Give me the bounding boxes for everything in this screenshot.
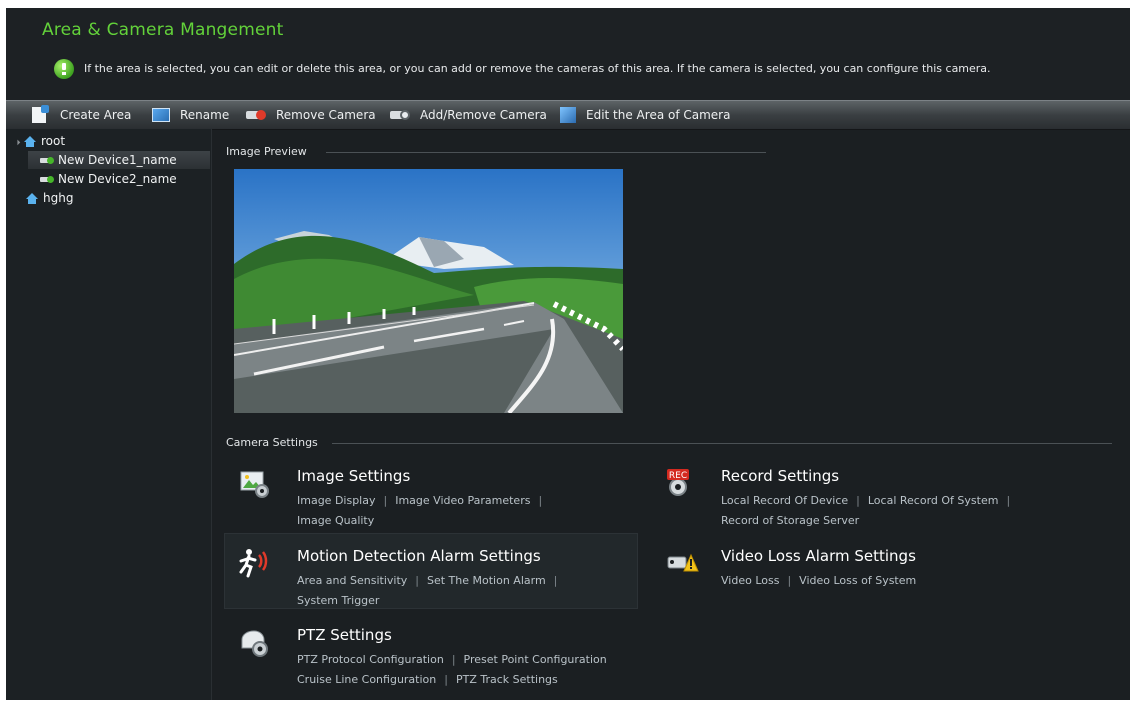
camera-icon bbox=[40, 156, 54, 165]
page-title: Area & Camera Mangement bbox=[42, 20, 284, 40]
remove-camera-label: Remove Camera bbox=[276, 108, 376, 122]
link-video-loss-of-system[interactable]: Video Loss of System bbox=[799, 574, 916, 587]
video-loss-warning-icon bbox=[667, 553, 699, 572]
toolbar: Create Area Rename Remove Camera Add/Rem… bbox=[6, 100, 1130, 130]
new-document-icon bbox=[32, 105, 50, 123]
tree-item-root[interactable]: root bbox=[11, 132, 66, 150]
image-preview bbox=[234, 169, 623, 413]
video-loss-title: Video Loss Alarm Settings bbox=[721, 547, 916, 565]
link-record-of-storage-server[interactable]: Record of Storage Server bbox=[721, 514, 859, 527]
video-loss-links: Video Loss | Video Loss of System bbox=[721, 574, 917, 587]
tree-item-label: hghg bbox=[43, 191, 74, 205]
rename-button[interactable]: Rename bbox=[152, 101, 229, 129]
tree-item-hghg[interactable]: hghg bbox=[26, 189, 73, 207]
image-settings-title: Image Settings bbox=[297, 467, 411, 485]
link-image-display[interactable]: Image Display bbox=[297, 494, 376, 507]
rec-badge-text: REC bbox=[669, 471, 687, 481]
tree-item-device-1[interactable]: New Device1_name bbox=[28, 151, 210, 169]
divider bbox=[326, 152, 766, 153]
add-remove-camera-icon bbox=[390, 109, 410, 121]
link-system-trigger[interactable]: System Trigger bbox=[297, 594, 379, 607]
camera-settings-label: Camera Settings bbox=[226, 436, 318, 449]
link-ptz-track-settings[interactable]: PTZ Track Settings bbox=[456, 673, 558, 686]
tree-item-label: New Device1_name bbox=[58, 153, 177, 167]
remove-camera-icon bbox=[246, 109, 266, 121]
rename-icon bbox=[152, 108, 170, 122]
ptz-camera-icon bbox=[241, 630, 268, 657]
area-tree: root New Device1_name New Device2_name h… bbox=[6, 129, 212, 700]
ptz-settings-links: PTZ Protocol Configuration | Preset Point … bbox=[297, 653, 607, 686]
edit-area-of-camera-label: Edit the Area of Camera bbox=[586, 108, 731, 122]
area-house-icon bbox=[24, 135, 36, 147]
expand-arrow-icon[interactable] bbox=[11, 136, 21, 146]
divider bbox=[332, 443, 1112, 444]
add-remove-camera-label: Add/Remove Camera bbox=[420, 108, 547, 122]
ptz-settings-title: PTZ Settings bbox=[297, 626, 392, 644]
remove-camera-button[interactable]: Remove Camera bbox=[246, 101, 376, 129]
create-area-button[interactable]: Create Area bbox=[32, 101, 131, 129]
tree-item-label: New Device2_name bbox=[58, 172, 177, 186]
main-panel: Image Preview Camera Settings Image Sett… bbox=[212, 129, 1130, 700]
motion-detection-links: Area and Sensitivity | Set The Motion Alar… bbox=[297, 574, 558, 607]
add-remove-camera-button[interactable]: Add/Remove Camera bbox=[390, 101, 547, 129]
link-area-and-sensitivity[interactable]: Area and Sensitivity bbox=[297, 574, 407, 587]
record-icon: REC bbox=[667, 469, 689, 496]
app-window: Area & Camera Mangement If the area is s… bbox=[6, 8, 1130, 700]
info-bulb-icon bbox=[54, 59, 74, 79]
link-set-the-motion-alarm[interactable]: Set The Motion Alarm bbox=[427, 574, 546, 587]
area-house-icon bbox=[26, 192, 38, 204]
edit-icon bbox=[560, 107, 576, 123]
header: Area & Camera Mangement If the area is s… bbox=[6, 8, 1130, 100]
tree-item-device-2[interactable]: New Device2_name bbox=[40, 170, 177, 188]
link-image-quality[interactable]: Image Quality bbox=[297, 514, 374, 527]
motion-detection-title: Motion Detection Alarm Settings bbox=[297, 547, 541, 565]
tree-item-label: root bbox=[41, 134, 66, 148]
record-settings-title: Record Settings bbox=[721, 467, 840, 485]
link-preset-point-configuration[interactable]: Preset Point Configuration bbox=[464, 653, 607, 666]
image-settings-links: Image Display | Image Video Parameters | Ima… bbox=[297, 494, 543, 527]
create-area-label: Create Area bbox=[60, 108, 132, 122]
camera-icon bbox=[40, 175, 54, 184]
running-person-alarm-icon bbox=[239, 549, 268, 578]
link-cruise-line-configuration[interactable]: Cruise Line Configuration bbox=[297, 673, 436, 686]
record-settings-links: Local Record Of Device | Local Record Of S… bbox=[721, 494, 1011, 527]
link-ptz-protocol-configuration[interactable]: PTZ Protocol Configuration bbox=[297, 653, 444, 666]
rename-label: Rename bbox=[180, 108, 230, 122]
link-video-loss[interactable]: Video Loss bbox=[721, 574, 779, 587]
link-image-video-parameters[interactable]: Image Video Parameters bbox=[395, 494, 530, 507]
link-local-record-of-system[interactable]: Local Record Of System bbox=[868, 494, 999, 507]
image-preview-label: Image Preview bbox=[226, 145, 307, 158]
edit-area-of-camera-button[interactable]: Edit the Area of Camera bbox=[560, 101, 730, 129]
tip-text: If the area is selected, you can edit or… bbox=[84, 62, 991, 75]
image-settings-icon bbox=[240, 471, 269, 498]
link-local-record-of-device[interactable]: Local Record Of Device bbox=[721, 494, 848, 507]
